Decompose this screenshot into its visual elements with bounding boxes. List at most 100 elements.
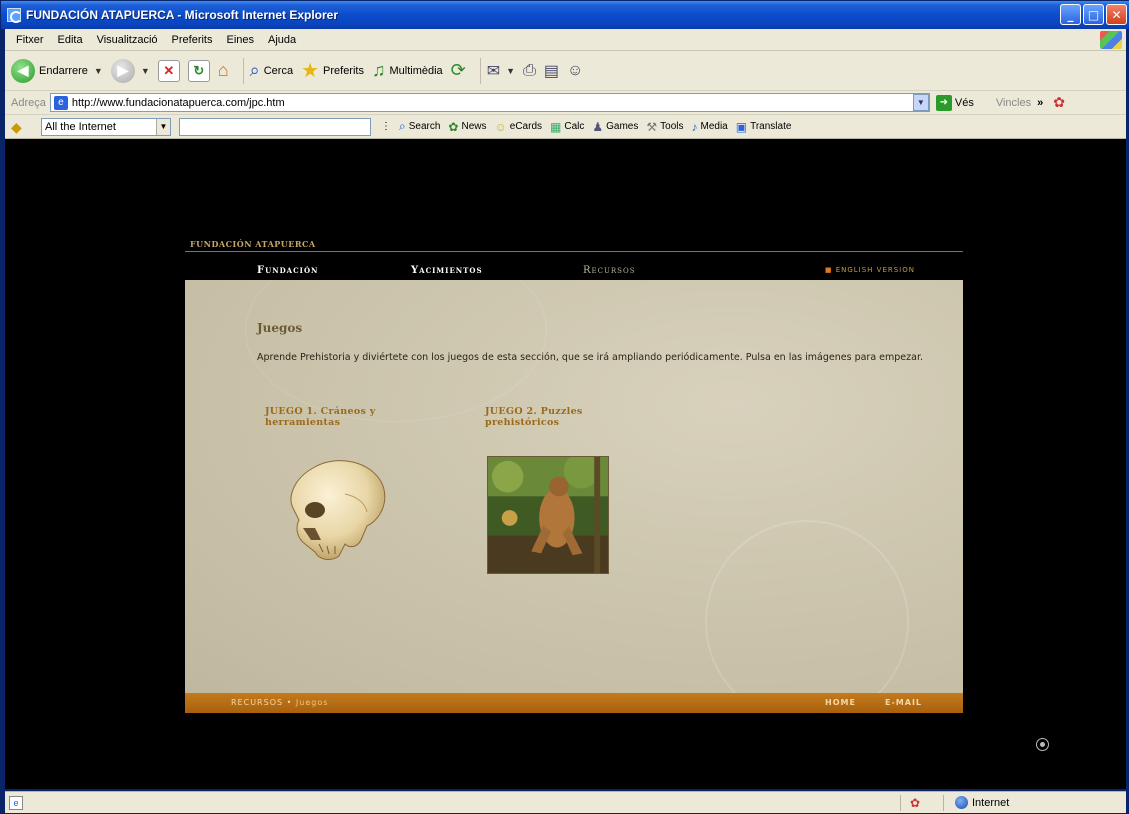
tools-icon: ⚒ — [646, 119, 658, 134]
chevron-down-icon[interactable]: ▼ — [94, 66, 103, 76]
search-icon: ⌕ — [399, 119, 406, 133]
window-title: FUNDACIÓN ATAPUERCA - Microsoft Internet… — [26, 8, 339, 22]
english-version-link[interactable]: ■ ENGLISH VERSION — [825, 266, 915, 274]
history-icon: ⟳ — [450, 60, 466, 80]
history-button[interactable]: ⟳ — [451, 60, 466, 81]
search-scope-select[interactable]: All the Internet ▼ — [41, 117, 171, 136]
links-label[interactable]: Vincles — [996, 97, 1031, 109]
toolbar-item-label: Games — [606, 121, 639, 132]
home-link[interactable]: HOME — [825, 698, 856, 707]
english-version-label: ENGLISH VERSION — [835, 266, 915, 274]
zone-label: Internet — [972, 796, 1010, 809]
breadcrumb: RECURSOS • Juegos — [231, 698, 329, 707]
menu-edit[interactable]: Edita — [51, 34, 90, 46]
go-arrow-icon: ➜ — [935, 94, 952, 111]
menu-tools[interactable]: Eines — [220, 34, 262, 46]
favorites-label: Preferits — [323, 64, 364, 77]
brand-divider — [185, 251, 963, 252]
forward-arrow-icon: ▶ — [110, 58, 135, 83]
messenger-button[interactable]: ☺ — [567, 62, 583, 80]
toolbar-news-button[interactable]: ✿ News — [448, 120, 486, 134]
toolbar-item-label: News — [461, 121, 487, 132]
popup-blocker-icon[interactable]: ✿ — [910, 796, 920, 810]
print-icon: ⎙ — [523, 61, 536, 79]
forward-button[interactable]: ▶ ▼ — [110, 58, 150, 83]
toolbar-item-label: Tools — [660, 121, 684, 132]
address-bar: Adreça e http://www.fundacionatapuerca.c… — [5, 91, 1126, 115]
print-button[interactable]: ⎙ — [523, 62, 536, 80]
edit-button[interactable]: ▤ — [544, 61, 559, 81]
toolbar-media-button[interactable]: ♪ Media — [692, 120, 728, 134]
toolbar-games-button[interactable]: ♟ Games — [592, 120, 638, 134]
nav-fundacion[interactable]: Fundación — [257, 265, 318, 276]
chevron-down-icon[interactable]: ▼ — [156, 118, 170, 135]
toolbar-logo-icon: ◆ — [11, 118, 22, 135]
toolbar-separator — [242, 57, 244, 84]
nav-yacimientos[interactable]: Yacimientos — [411, 265, 483, 276]
puzzle-image[interactable] — [487, 456, 609, 574]
chevron-down-icon[interactable]: ▼ — [506, 66, 515, 76]
refresh-button[interactable]: ↻ — [187, 59, 210, 82]
skull-image[interactable] — [275, 448, 395, 568]
toolbar-separator — [479, 57, 481, 84]
close-button[interactable]: ✕ — [1106, 4, 1127, 25]
menu-bar: Fitxer Edita Visualització Preferits Ein… — [5, 29, 1126, 51]
media-button[interactable]: ♫ Multimèdia — [372, 60, 443, 81]
email-link[interactable]: E-MAIL — [885, 698, 922, 707]
search-toolbar: ◆ All the Internet ▼ ⋮ ⌕ Search ✿ News ☺… — [5, 115, 1126, 139]
toolbar-tools-button[interactable]: ⚒ Tools — [646, 120, 683, 134]
toolbar-item-label: Media — [700, 121, 728, 132]
toolbar-item-label: Search — [408, 121, 441, 132]
menu-file[interactable]: Fitxer — [9, 34, 51, 46]
windows-logo-icon — [1100, 31, 1122, 49]
edit-icon: ▤ — [543, 62, 560, 80]
menu-help[interactable]: Ajuda — [261, 34, 303, 46]
go-button[interactable]: ➜ Vés — [935, 94, 974, 111]
toolbar-grip: ⋮ — [381, 121, 391, 132]
scroll-indicator-icon[interactable] — [1036, 738, 1049, 751]
title-bar: FUNDACIÓN ATAPUERCA - Microsoft Internet… — [1, 1, 1129, 29]
search-scope-value: All the Internet — [45, 120, 116, 133]
chevron-right-icon[interactable]: » — [1037, 97, 1043, 109]
toolbar-calc-button[interactable]: ▦ Calc — [550, 120, 584, 134]
chevron-down-icon[interactable]: ▼ — [912, 94, 929, 111]
search-icon: ⌕ — [249, 60, 260, 80]
back-button[interactable]: ◀ Endarrere ▼ — [11, 58, 103, 83]
content-panel: Juegos Aprende Prehistoria y diviértete … — [185, 280, 963, 693]
star-icon: ★ — [301, 60, 320, 82]
page-title: Juegos — [257, 321, 303, 335]
toolbar-search-button[interactable]: ⌕ Search — [399, 119, 440, 134]
minimize-button[interactable]: _ — [1060, 4, 1081, 25]
back-label: Endarrere — [39, 64, 88, 77]
game1-link[interactable]: JUEGO 1. Cráneos y herramientas — [265, 406, 425, 428]
address-input[interactable]: e http://www.fundacionatapuerca.com/jpc.… — [49, 93, 930, 112]
search-button[interactable]: ⌕ Cerca — [250, 60, 293, 81]
intro-text: Aprende Prehistoria y diviértete con los… — [257, 352, 923, 363]
breadcrumb-section[interactable]: RECURSOS — [231, 698, 283, 707]
security-zone: Internet — [955, 796, 1009, 809]
addon-icon[interactable]: ✿ — [1053, 94, 1065, 111]
mail-button[interactable]: ✉ ▼ — [487, 61, 515, 81]
toolbar-ecards-button[interactable]: ☺ eCards — [495, 120, 543, 134]
game2-link[interactable]: JUEGO 2. Puzzles prehistóricos — [485, 406, 645, 428]
stop-button[interactable]: ✕ — [157, 59, 180, 82]
bullet-icon: ■ — [824, 266, 836, 274]
address-label: Adreça — [11, 96, 46, 109]
menu-view[interactable]: Visualització — [90, 34, 165, 46]
home-icon: ⌂ — [217, 60, 229, 80]
menu-favorites[interactable]: Preferits — [165, 34, 220, 46]
games-icon: ♟ — [592, 119, 604, 134]
media-label: Multimèdia — [389, 64, 443, 77]
nav-recursos[interactable]: Recursos — [583, 265, 636, 276]
news-icon: ✿ — [448, 119, 459, 134]
home-button[interactable]: ⌂ — [218, 60, 229, 81]
page-viewport[interactable]: FUNDACIÓN ATAPUERCA Fundación Yacimiento… — [5, 139, 1126, 789]
toolbar-translate-button[interactable]: ▣ Translate — [736, 120, 792, 134]
site-brand[interactable]: FUNDACIÓN ATAPUERCA — [190, 239, 316, 249]
address-url[interactable]: http://www.fundacionatapuerca.com/jpc.ht… — [72, 97, 285, 109]
favorites-button[interactable]: ★ Preferits — [301, 58, 364, 83]
search-toolbar-input[interactable] — [179, 117, 371, 136]
chevron-down-icon[interactable]: ▼ — [141, 66, 150, 76]
globe-icon — [955, 796, 968, 809]
maximize-button[interactable]: □ — [1083, 4, 1104, 25]
